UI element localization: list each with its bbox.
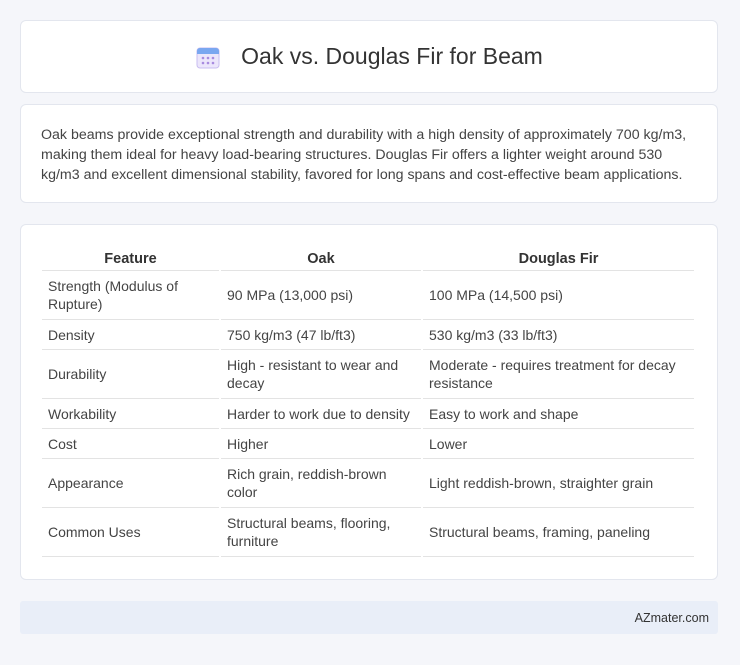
douglas-fir-cell: 530 kg/m3 (33 lb/ft3) <box>423 320 694 350</box>
column-header-feature: Feature <box>42 245 219 271</box>
table-header-row: Feature Oak Douglas Fir <box>42 245 694 271</box>
comparison-table: Feature Oak Douglas Fir Strength (Modulu… <box>40 245 696 557</box>
oak-cell: Harder to work due to density <box>221 399 421 429</box>
douglas-fir-cell: Light reddish-brown, straighter grain <box>423 459 694 508</box>
oak-cell: 750 kg/m3 (47 lb/ft3) <box>221 320 421 350</box>
feature-cell: Density <box>42 320 219 350</box>
table-row: Durability High - resistant to wear and … <box>42 350 694 399</box>
summary-text: Oak beams provide exceptional strength a… <box>41 127 687 183</box>
comparison-card: Feature Oak Douglas Fir Strength (Modulu… <box>20 224 718 580</box>
footer-brand: AZmater.com <box>634 610 709 625</box>
feature-cell: Appearance <box>42 459 219 508</box>
table-row: Appearance Rich grain, reddish-brown col… <box>42 459 694 508</box>
oak-cell: Higher <box>221 429 421 459</box>
table-row: Strength (Modulus of Rupture) 90 MPa (13… <box>42 271 694 320</box>
table-row: Workability Harder to work due to densit… <box>42 399 694 429</box>
column-header-douglas-fir: Douglas Fir <box>423 245 694 271</box>
douglas-fir-cell: 100 MPa (14,500 psi) <box>423 271 694 320</box>
douglas-fir-cell: Structural beams, framing, paneling <box>423 508 694 557</box>
oak-cell: Rich grain, reddish-brown color <box>221 459 421 508</box>
column-header-oak: Oak <box>221 245 421 271</box>
feature-cell: Workability <box>42 399 219 429</box>
oak-cell: Structural beams, flooring, furniture <box>221 508 421 557</box>
table-row: Common Uses Structural beams, flooring, … <box>42 508 694 557</box>
douglas-fir-cell: Lower <box>423 429 694 459</box>
page-title: Oak vs. Douglas Fir for Beam <box>241 43 543 69</box>
table-row: Cost Higher Lower <box>42 429 694 459</box>
oak-cell: High - resistant to wear and decay <box>221 350 421 399</box>
feature-cell: Strength (Modulus of Rupture) <box>42 271 219 320</box>
oak-cell: 90 MPa (13,000 psi) <box>221 271 421 320</box>
title-card: Oak vs. Douglas Fir for Beam <box>20 20 718 93</box>
footer-bar: AZmater.com <box>20 601 718 634</box>
feature-cell: Durability <box>42 350 219 399</box>
table-row: Density 750 kg/m3 (47 lb/ft3) 530 kg/m3 … <box>42 320 694 350</box>
douglas-fir-cell: Easy to work and shape <box>423 399 694 429</box>
calendar-icon <box>196 47 220 68</box>
summary-card: Oak beams provide exceptional strength a… <box>20 104 718 203</box>
feature-cell: Common Uses <box>42 508 219 557</box>
feature-cell: Cost <box>42 429 219 459</box>
douglas-fir-cell: Moderate - requires treatment for decay … <box>423 350 694 399</box>
